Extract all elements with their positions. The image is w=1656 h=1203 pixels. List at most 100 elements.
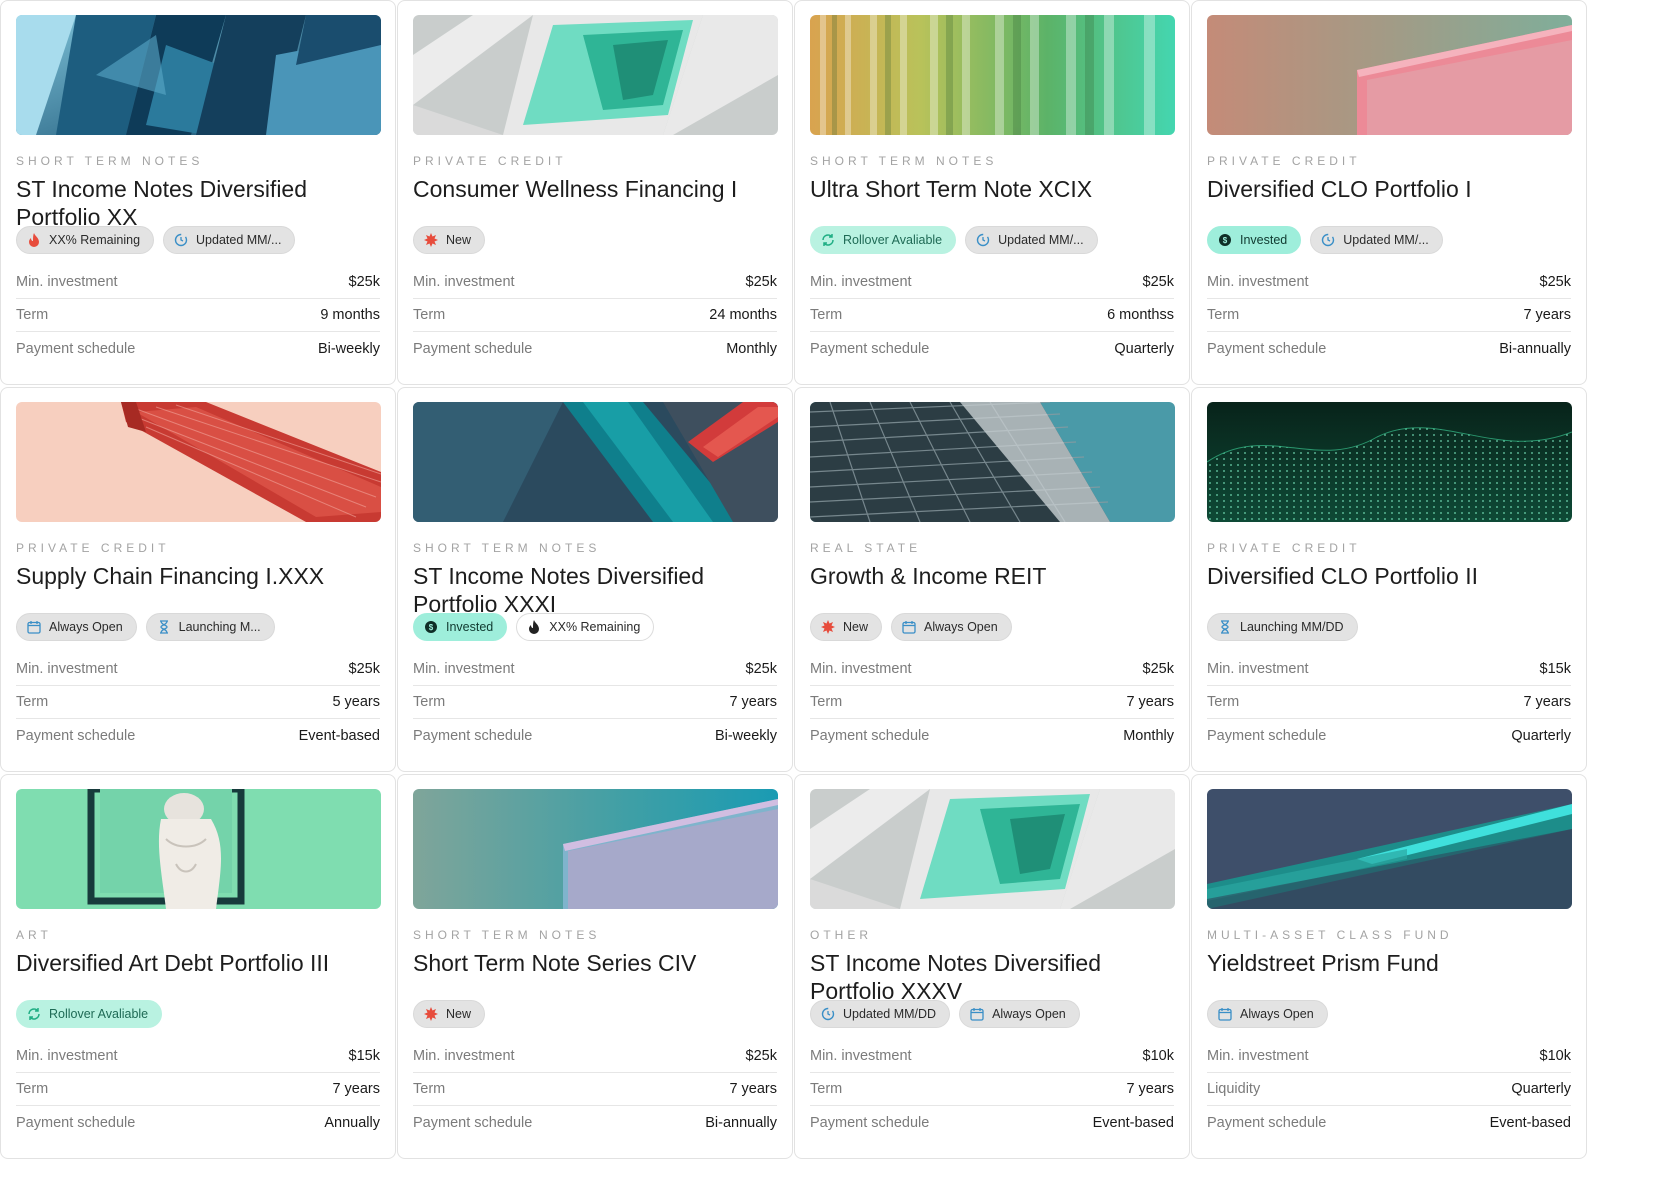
- payment-schedule-row: Payment schedule Bi-weekly: [16, 340, 380, 357]
- calendar-icon: [902, 620, 916, 634]
- offering-category: PRIVATE CREDIT: [16, 541, 170, 555]
- offering-card[interactable]: SHORT TERM NOTES Short Term Note Series …: [397, 774, 793, 1159]
- tag-launching: Launching MM/DD: [1207, 612, 1358, 641]
- tag-always-open: Always Open: [16, 612, 137, 641]
- offering-title[interactable]: ST Income Notes Diversified Portfolio XX…: [810, 949, 1174, 1005]
- rollover-icon: [27, 1007, 41, 1021]
- offering-title[interactable]: Diversified Art Debt Portfolio III: [16, 949, 380, 1005]
- term-row: Term 7 years: [413, 686, 777, 719]
- min-investment-row: Min. investment $25k: [16, 653, 380, 686]
- offering-category: SHORT TERM NOTES: [810, 154, 998, 168]
- offering-image: [1207, 15, 1572, 135]
- calendar-icon: [1218, 1007, 1232, 1021]
- hourglass-icon: [1218, 619, 1232, 634]
- min-investment-row: Min. investment $25k: [413, 266, 777, 299]
- min-investment-row: Min. investment $25k: [1207, 266, 1571, 299]
- offering-image: [810, 15, 1175, 135]
- offering-category: PRIVATE CREDIT: [413, 154, 567, 168]
- tag-updated: Updated MM/...: [1310, 225, 1443, 254]
- payment-schedule-row: Payment schedule Bi-annually: [413, 1114, 777, 1131]
- offering-image: [16, 15, 381, 135]
- tag-invested: $ Invested: [1207, 225, 1302, 254]
- term-row: Term 7 years: [810, 686, 1174, 719]
- payment-schedule-row: Payment schedule Quarterly: [810, 340, 1174, 357]
- payment-schedule-row: Payment schedule Monthly: [413, 340, 777, 357]
- flame-icon: [27, 232, 41, 247]
- tag-remaining: XX% Remaining: [516, 612, 655, 641]
- offering-card[interactable]: ART Diversified Art Debt Portfolio III R…: [0, 774, 396, 1159]
- min-investment-row: Min. investment $25k: [413, 653, 777, 686]
- hourglass-icon: [157, 619, 171, 634]
- dollar-coin-icon: $: [1218, 233, 1232, 247]
- refresh-clock-icon: [1321, 233, 1335, 247]
- offering-card[interactable]: PRIVATE CREDIT Diversified CLO Portfolio…: [1191, 387, 1587, 772]
- tag-always-open: Always Open: [1207, 999, 1328, 1028]
- offering-category: SHORT TERM NOTES: [413, 541, 601, 555]
- offering-title[interactable]: ST Income Notes Diversified Portfolio XX: [16, 175, 380, 231]
- min-investment-row: Min. investment $10k: [1207, 1040, 1571, 1073]
- offering-image: [1207, 789, 1572, 909]
- dollar-coin-icon: $: [424, 620, 438, 634]
- calendar-icon: [27, 620, 41, 634]
- offering-image: [16, 789, 381, 909]
- refresh-clock-icon: [821, 1007, 835, 1021]
- starburst-icon: [424, 1006, 438, 1021]
- offering-title[interactable]: Diversified CLO Portfolio I: [1207, 175, 1571, 231]
- term-row: Term 7 years: [1207, 299, 1571, 332]
- tag-invested: $ Invested: [413, 612, 508, 641]
- offering-title[interactable]: Diversified CLO Portfolio II: [1207, 562, 1571, 618]
- payment-schedule-row: Payment schedule Event-based: [810, 1114, 1174, 1131]
- starburst-icon: [821, 619, 835, 634]
- tag-new: New: [413, 225, 486, 254]
- term-row: Term 7 years: [810, 1073, 1174, 1106]
- offering-card[interactable]: PRIVATE CREDIT Supply Chain Financing I.…: [0, 387, 396, 772]
- offering-card[interactable]: PRIVATE CREDIT Consumer Wellness Financi…: [397, 0, 793, 385]
- offering-card[interactable]: OTHER ST Income Notes Diversified Portfo…: [794, 774, 1190, 1159]
- payment-schedule-row: Payment schedule Event-based: [1207, 1114, 1571, 1131]
- term-row: Term 7 years: [1207, 686, 1571, 719]
- payment-schedule-row: Payment schedule Bi-annually: [1207, 340, 1571, 357]
- offering-card[interactable]: SHORT TERM NOTES ST Income Notes Diversi…: [397, 387, 793, 772]
- starburst-icon: [424, 232, 438, 247]
- offering-card[interactable]: SHORT TERM NOTES ST Income Notes Diversi…: [0, 0, 396, 385]
- offering-title[interactable]: Ultra Short Term Note XCIX: [810, 175, 1174, 231]
- offering-image: [16, 402, 381, 522]
- flame-icon: [527, 619, 541, 634]
- min-investment-row: Min. investment $25k: [810, 266, 1174, 299]
- calendar-icon: [970, 1007, 984, 1021]
- term-row: Term 9 months: [16, 299, 380, 332]
- payment-schedule-row: Payment schedule Event-based: [16, 727, 380, 744]
- offering-card[interactable]: REAL STATE Growth & Income REIT New Alwa…: [794, 387, 1190, 772]
- offering-image: [413, 402, 778, 522]
- offering-category: PRIVATE CREDIT: [1207, 541, 1361, 555]
- offering-card[interactable]: SHORT TERM NOTES Ultra Short Term Note X…: [794, 0, 1190, 385]
- offering-category: ART: [16, 928, 52, 942]
- offering-title[interactable]: Yieldstreet Prism Fund: [1207, 949, 1571, 1005]
- offering-image: [1207, 402, 1572, 522]
- tag-updated: Updated MM/DD: [810, 999, 951, 1028]
- offering-image: [810, 402, 1175, 522]
- term-row: Term 5 years: [16, 686, 380, 719]
- tag-launching: Launching M...: [145, 612, 275, 641]
- offering-category: SHORT TERM NOTES: [16, 154, 204, 168]
- offering-image: [810, 789, 1175, 909]
- offering-image: [413, 789, 778, 909]
- refresh-clock-icon: [174, 233, 188, 247]
- tag-remaining: XX% Remaining: [16, 225, 155, 254]
- svg-text:$: $: [1223, 236, 1228, 245]
- min-investment-row: Min. investment $25k: [413, 1040, 777, 1073]
- tag-new: New: [810, 612, 883, 641]
- offering-title[interactable]: Consumer Wellness Financing I: [413, 175, 777, 231]
- offering-card[interactable]: PRIVATE CREDIT Diversified CLO Portfolio…: [1191, 0, 1587, 385]
- min-investment-row: Min. investment $25k: [810, 653, 1174, 686]
- offering-title[interactable]: Short Term Note Series CIV: [413, 949, 777, 1005]
- offering-title[interactable]: Growth & Income REIT: [810, 562, 1174, 618]
- tag-updated: Updated MM/...: [965, 225, 1098, 254]
- offering-title[interactable]: Supply Chain Financing I.XXX: [16, 562, 380, 618]
- offering-category: MULTI-ASSET CLASS FUND: [1207, 928, 1453, 942]
- offering-category: SHORT TERM NOTES: [413, 928, 601, 942]
- offering-card[interactable]: MULTI-ASSET CLASS FUND Yieldstreet Prism…: [1191, 774, 1587, 1159]
- min-investment-row: Min. investment $25k: [16, 266, 380, 299]
- offering-title[interactable]: ST Income Notes Diversified Portfolio XX…: [413, 562, 777, 618]
- offering-image: [413, 15, 778, 135]
